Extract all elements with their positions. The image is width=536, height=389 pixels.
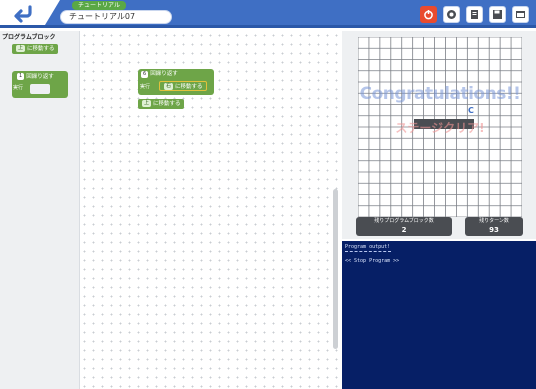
back-arrow-icon	[14, 5, 32, 23]
window-button[interactable]	[512, 6, 529, 23]
output-line: << Stop Program >>	[345, 258, 400, 264]
program-output-console: Program output! << Stop Program >>	[342, 241, 536, 389]
palette-repeat-block[interactable]: 1 回繰り返す 実行	[12, 71, 68, 98]
goal-marker: C	[468, 106, 474, 115]
header-bar: チュートリアル チュートリアル07	[0, 0, 536, 28]
document-button[interactable]	[466, 6, 483, 23]
output-title: Program output!	[345, 244, 391, 250]
palette-title: プログラムブロック	[2, 34, 56, 41]
remaining-turns-label: 残りターン数	[479, 218, 509, 224]
move-block-label: に移動する	[27, 46, 55, 52]
stage-clear-text: ステージクリア!	[395, 121, 485, 135]
repeat-count-input[interactable]: 6	[141, 71, 149, 78]
repeat-block-label: 回繰り返す	[150, 71, 178, 77]
save-button[interactable]	[489, 6, 506, 23]
direction-select[interactable]: 上	[142, 100, 152, 107]
remaining-turns-stat: 残りターン数 93	[465, 217, 523, 236]
remaining-blocks-label: 残りプログラムブロック数	[374, 218, 434, 224]
congratulations-text: Congratulations!!	[359, 84, 521, 104]
move-block-label: に移動する	[153, 101, 181, 107]
stop-button[interactable]	[420, 6, 437, 23]
stop-icon	[424, 10, 433, 20]
record-icon	[447, 10, 456, 19]
breadcrumb-label: チュートリアル	[72, 1, 126, 10]
save-icon	[493, 10, 502, 19]
remaining-blocks-stat: 残りプログラムブロック数 2	[356, 217, 452, 236]
repeat-count-input[interactable]: 1	[17, 73, 25, 80]
record-button[interactable]	[443, 6, 460, 23]
repeat-body-slot	[30, 84, 50, 94]
workspace-move-right-block[interactable]: 右に移動する	[159, 81, 207, 91]
remaining-blocks-value: 2	[401, 226, 407, 234]
window-icon	[516, 11, 525, 18]
document-icon	[471, 10, 478, 19]
block-palette: プログラムブロック 上に移動する 1 回繰り返す 実行	[0, 31, 80, 389]
stage-grid: Congratulations!! C ステージクリア!	[358, 37, 522, 217]
back-button[interactable]	[0, 0, 60, 28]
stage-panel: Congratulations!! C ステージクリア! 残りプログラムブロック…	[342, 31, 536, 239]
output-title-underline	[345, 251, 391, 252]
direction-select[interactable]: 右	[164, 83, 174, 90]
repeat-exec-label: 実行	[13, 85, 24, 91]
workspace-move-up-block[interactable]: 上に移動する	[138, 99, 184, 109]
direction-select[interactable]: 上	[16, 45, 26, 52]
palette-move-block[interactable]: 上に移動する	[12, 44, 58, 54]
remaining-turns-value: 93	[489, 226, 499, 234]
move-block-label: に移動する	[175, 84, 203, 90]
program-title[interactable]: チュートリアル07	[60, 10, 172, 24]
workspace-scrollbar[interactable]	[333, 189, 338, 349]
repeat-exec-label: 実行	[140, 84, 151, 90]
repeat-block-label: 回繰り返す	[26, 74, 54, 80]
workspace-canvas[interactable]: 6回繰り返す 実行 右に移動する 上に移動する ◎ + −	[80, 31, 403, 389]
